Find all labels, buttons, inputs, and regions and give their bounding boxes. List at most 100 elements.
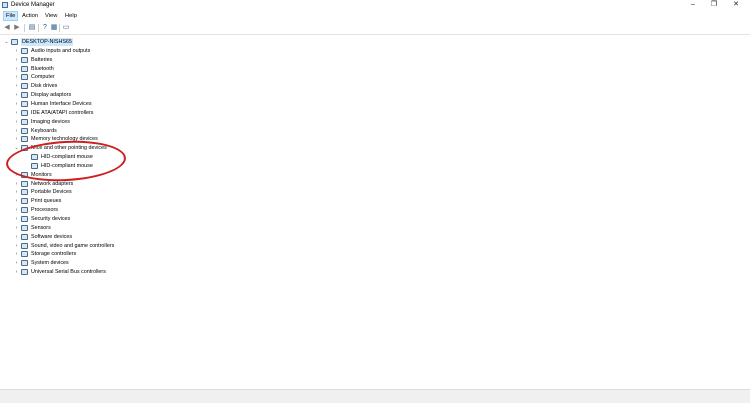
expand-chevron-icon[interactable]: › — [14, 100, 19, 108]
expand-chevron-icon[interactable]: › — [14, 135, 19, 143]
category-item[interactable]: › Batteries — [0, 56, 300, 64]
expand-chevron-icon[interactable]: › — [14, 188, 19, 196]
category-item[interactable]: › Sensors — [0, 224, 300, 232]
imaging-devices-icon — [21, 118, 28, 125]
category-item[interactable]: › IDE ATA/ATAPI controllers — [0, 109, 300, 117]
expand-chevron-icon[interactable]: › — [14, 206, 19, 214]
category-item[interactable]: › Audio inputs and outputs — [0, 47, 300, 55]
title-bar: Device Manager – ❐ ✕ — [0, 0, 750, 11]
category-item[interactable]: › Computer — [0, 73, 300, 81]
expand-chevron-icon[interactable]: › — [14, 197, 19, 205]
category-item[interactable]: › Print queues — [0, 197, 300, 205]
item-label: System devices — [31, 260, 69, 267]
network-adapters-icon — [21, 180, 28, 187]
item-label: Human Interface Devices — [31, 100, 92, 107]
category-item[interactable]: › Storage controllers — [0, 250, 300, 258]
category-item[interactable]: › Software devices — [0, 233, 300, 241]
properties-icon[interactable]: ▤ — [28, 24, 36, 32]
expand-chevron-icon[interactable]: › — [14, 268, 19, 276]
maximize-button[interactable]: ❐ — [704, 0, 724, 10]
ide-ata-atapi-controllers-icon — [21, 109, 28, 116]
expand-chevron-icon[interactable]: › — [14, 118, 19, 126]
device-manager-icon — [2, 2, 8, 8]
category-item[interactable]: › Universal Serial Bus controllers — [0, 268, 300, 276]
window-title: Device Manager — [11, 2, 55, 8]
expand-chevron-icon[interactable]: › — [14, 47, 19, 55]
bluetooth-icon — [21, 65, 28, 72]
menu-help[interactable]: Help — [63, 12, 79, 20]
expand-chevron-icon[interactable]: › — [14, 250, 19, 258]
item-label: Batteries — [31, 56, 53, 63]
expand-chevron-icon[interactable]: › — [14, 259, 19, 267]
expand-chevron-icon[interactable]: › — [14, 180, 19, 188]
scan-hardware-icon[interactable]: ▦ — [50, 24, 58, 32]
monitor-icon[interactable]: ▭ — [62, 24, 70, 32]
item-label: Software devices — [31, 233, 73, 240]
category-item[interactable]: › Processors — [0, 206, 300, 214]
category-item[interactable]: › Display adaptors — [0, 91, 300, 99]
computer-name: DESKTOP-NISHS65 — [21, 38, 73, 46]
collapse-chevron-icon[interactable]: ⌄ — [4, 38, 9, 46]
expand-chevron-icon[interactable]: › — [14, 233, 19, 241]
toolbar-separator — [59, 24, 60, 32]
tree-root[interactable]: ⌄ DESKTOP-NISHS65 — [0, 38, 300, 46]
item-label: Sound, video and game controllers — [31, 242, 115, 249]
expand-chevron-icon[interactable]: › — [14, 91, 19, 99]
expand-chevron-icon[interactable]: › — [14, 224, 19, 232]
expand-chevron-icon[interactable]: › — [14, 56, 19, 64]
forward-icon[interactable]: ▶ — [13, 24, 21, 32]
minimize-button[interactable]: – — [683, 0, 703, 10]
category-item[interactable]: › Bluetooth — [0, 65, 300, 73]
item-label: Storage controllers — [31, 251, 77, 258]
item-label: Display adaptors — [31, 92, 72, 99]
software-devices-icon — [21, 233, 28, 240]
category-item[interactable]: › Disk drives — [0, 82, 300, 90]
memory-technology-devices-icon — [21, 136, 28, 143]
item-label: Disk drives — [31, 83, 58, 90]
sensors-icon — [21, 224, 28, 231]
toolbar-separator — [24, 24, 25, 32]
category-item[interactable]: › Keyboards — [0, 127, 300, 135]
computer-icon — [21, 74, 28, 81]
expand-chevron-icon[interactable]: › — [14, 127, 19, 135]
audio-inputs-and-outputs-icon — [21, 47, 28, 54]
category-item[interactable]: › System devices — [0, 259, 300, 267]
back-icon[interactable]: ◀ — [3, 24, 11, 32]
close-button[interactable]: ✕ — [726, 0, 746, 10]
item-label: Sensors — [31, 224, 51, 231]
print-queues-icon — [21, 198, 28, 205]
expand-chevron-icon[interactable]: › — [14, 215, 19, 223]
item-label: Universal Serial Bus controllers — [31, 269, 106, 276]
display-adaptors-icon — [21, 92, 28, 99]
disk-drives-icon — [21, 83, 28, 90]
menu-file[interactable]: File — [3, 11, 19, 21]
item-label: IDE ATA/ATAPI controllers — [31, 109, 94, 116]
sound-video-and-game-controllers-icon — [21, 242, 28, 249]
portable-devices-icon — [21, 189, 28, 196]
device-tree: ⌄ DESKTOP-NISHS65 › Audio inputs and output… — [0, 36, 750, 386]
menu-view[interactable]: View — [43, 12, 59, 20]
keyboards-icon — [21, 127, 28, 134]
category-item[interactable]: › Human Interface Devices — [0, 100, 300, 108]
security-devices-icon — [21, 216, 28, 222]
category-item[interactable]: › Portable Devices — [0, 188, 300, 196]
item-label: Computer — [31, 74, 55, 81]
expand-chevron-icon[interactable]: › — [14, 242, 19, 250]
help-icon[interactable]: ? — [41, 24, 49, 32]
category-item[interactable]: › Sound, video and game controllers — [0, 242, 300, 250]
expand-chevron-icon[interactable]: › — [14, 73, 19, 81]
storage-controllers-icon — [21, 251, 28, 258]
computer-icon — [11, 39, 18, 45]
item-label: Bluetooth — [31, 65, 54, 72]
batteries-icon — [21, 56, 28, 63]
processors-icon — [21, 207, 28, 214]
category-item[interactable]: › Imaging devices — [0, 118, 300, 126]
expand-chevron-icon[interactable]: › — [14, 82, 19, 90]
category-item[interactable]: › Security devices — [0, 215, 300, 223]
expand-chevron-icon[interactable]: › — [14, 65, 19, 73]
universal-serial-bus-controllers-icon — [21, 269, 28, 276]
menu-action[interactable]: Action — [20, 12, 40, 20]
human-interface-devices-icon — [21, 100, 28, 107]
expand-chevron-icon[interactable]: › — [14, 109, 19, 117]
item-label: Portable Devices — [31, 189, 72, 196]
